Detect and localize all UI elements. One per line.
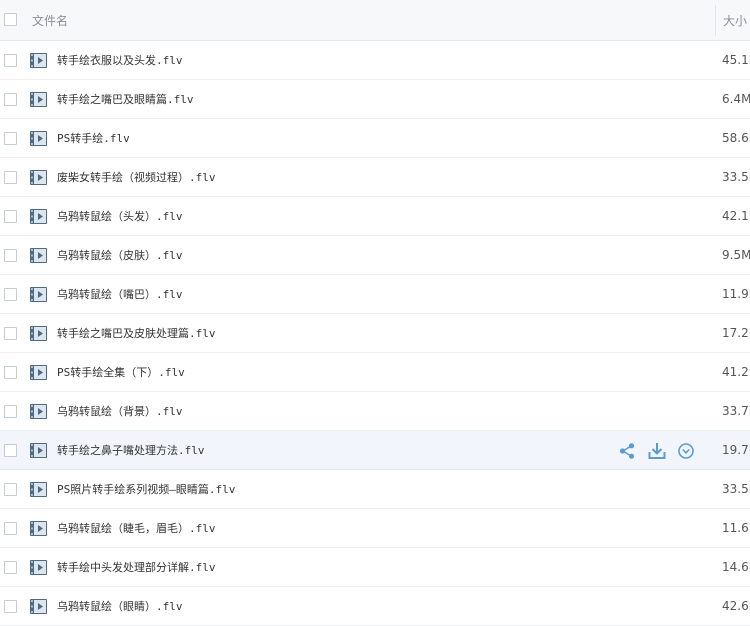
video-file-icon [30, 287, 47, 302]
file-row[interactable]: 废柴女转手绘（视频过程）.flv 33.5M [0, 158, 750, 197]
row-checkbox[interactable] [4, 600, 17, 613]
video-file-icon [30, 248, 47, 263]
row-checkbox[interactable] [4, 327, 17, 340]
file-row[interactable]: 乌鸦转鼠绘（睫毛，眉毛）.flv 11.6M [0, 509, 750, 548]
row-checkbox[interactable] [4, 171, 17, 184]
file-row[interactable]: 乌鸦转鼠绘（背景）.flv 33.7M [0, 392, 750, 431]
file-name-link[interactable]: 转手绘衣服以及头发.flv [57, 52, 183, 68]
row-checkbox[interactable] [4, 366, 17, 379]
row-checkbox[interactable] [4, 132, 17, 145]
file-name-link[interactable]: PS转手绘.flv [57, 130, 130, 146]
file-row[interactable]: 乌鸦转鼠绘（头发）.flv 42.1M [0, 197, 750, 236]
file-name-link[interactable]: 乌鸦转鼠绘（眼睛）.flv [57, 598, 183, 614]
file-size: 33.5M [722, 482, 750, 496]
file-row[interactable]: 乌鸦转鼠绘（嘴巴）.flv 11.9M [0, 275, 750, 314]
row-checkbox[interactable] [4, 288, 17, 301]
download-icon[interactable] [647, 441, 667, 461]
file-size: 41.2M [722, 365, 750, 379]
row-checkbox[interactable] [4, 444, 17, 457]
file-name-link[interactable]: PS转手绘全集（下）.flv [57, 364, 185, 380]
file-name-link[interactable]: 转手绘之鼻子嘴处理方法.flv [57, 442, 205, 458]
video-file-icon [30, 92, 47, 107]
file-name-link[interactable]: 乌鸦转鼠绘（头发）.flv [57, 208, 183, 224]
row-checkbox[interactable] [4, 405, 17, 418]
column-header-name[interactable]: 文件名 [32, 12, 68, 29]
file-name-link[interactable]: 废柴女转手绘（视频过程）.flv [57, 169, 216, 185]
video-file-icon [30, 521, 47, 536]
file-row[interactable]: 转手绘之鼻子嘴处理方法.flv 19.7M [0, 431, 750, 470]
file-size: 17.2M [722, 326, 750, 340]
file-size: 6.4M [722, 92, 750, 106]
file-row[interactable]: PS转手绘全集（下）.flv 41.2M [0, 353, 750, 392]
file-row[interactable]: 转手绘之嘴巴及皮肤处理篇.flv 17.2M [0, 314, 750, 353]
file-list-header: 文件名 大小 [0, 0, 750, 41]
file-name-link[interactable]: 乌鸦转鼠绘（皮肤）.flv [57, 247, 183, 263]
file-row[interactable]: 转手绘中头发处理部分详解.flv 14.6M [0, 548, 750, 587]
row-checkbox[interactable] [4, 483, 17, 496]
video-file-icon [30, 53, 47, 68]
file-name-link[interactable]: 乌鸦转鼠绘（睫毛，眉毛）.flv [57, 520, 216, 536]
row-checkbox[interactable] [4, 249, 17, 262]
file-size: 45.1M [722, 53, 750, 67]
file-size: 33.7M [722, 404, 750, 418]
file-size: 14.6M [722, 560, 750, 574]
file-size: 19.7M [722, 443, 750, 457]
video-file-icon [30, 131, 47, 146]
row-checkbox[interactable] [4, 93, 17, 106]
video-file-icon [30, 170, 47, 185]
select-all-checkbox[interactable] [4, 13, 17, 26]
more-dropdown-icon[interactable] [676, 441, 696, 461]
file-row[interactable]: PS转手绘.flv 58.6M [0, 119, 750, 158]
file-size: 58.6M [722, 131, 750, 145]
video-file-icon [30, 404, 47, 419]
row-checkbox[interactable] [4, 522, 17, 535]
file-row[interactable]: 乌鸦转鼠绘（眼睛）.flv 42.6M [0, 587, 750, 626]
video-file-icon [30, 482, 47, 497]
file-size: 42.6M [722, 599, 750, 613]
share-icon[interactable] [617, 441, 637, 461]
file-size: 11.6M [722, 521, 750, 535]
file-row[interactable]: 乌鸦转鼠绘（皮肤）.flv 9.5M [0, 236, 750, 275]
video-file-icon [30, 599, 47, 614]
file-name-link[interactable]: 乌鸦转鼠绘（背景）.flv [57, 403, 183, 419]
file-name-link[interactable]: 转手绘之嘴巴及眼睛篇.flv [57, 91, 194, 107]
video-file-icon [30, 209, 47, 224]
file-name-link[interactable]: PS照片转手绘系列视频—眼睛篇.flv [57, 481, 235, 497]
column-divider[interactable] [715, 5, 716, 36]
file-name-link[interactable]: 转手绘之嘴巴及皮肤处理篇.flv [57, 325, 216, 341]
file-row[interactable]: 转手绘之嘴巴及眼睛篇.flv 6.4M [0, 80, 750, 119]
file-size: 11.9M [722, 287, 750, 301]
row-checkbox[interactable] [4, 54, 17, 67]
file-name-link[interactable]: 转手绘中头发处理部分详解.flv [57, 559, 216, 575]
file-size: 9.5M [722, 248, 750, 262]
column-header-size[interactable]: 大小 [723, 12, 747, 29]
row-checkbox[interactable] [4, 210, 17, 223]
file-name-link[interactable]: 乌鸦转鼠绘（嘴巴）.flv [57, 286, 183, 302]
file-row[interactable]: 转手绘衣服以及头发.flv 45.1M [0, 41, 750, 80]
video-file-icon [30, 326, 47, 341]
video-file-icon [30, 365, 47, 380]
file-size: 42.1M [722, 209, 750, 223]
video-file-icon [30, 560, 47, 575]
row-checkbox[interactable] [4, 561, 17, 574]
video-file-icon [30, 443, 47, 458]
file-size: 33.5M [722, 170, 750, 184]
file-row[interactable]: PS照片转手绘系列视频—眼睛篇.flv 33.5M [0, 470, 750, 509]
